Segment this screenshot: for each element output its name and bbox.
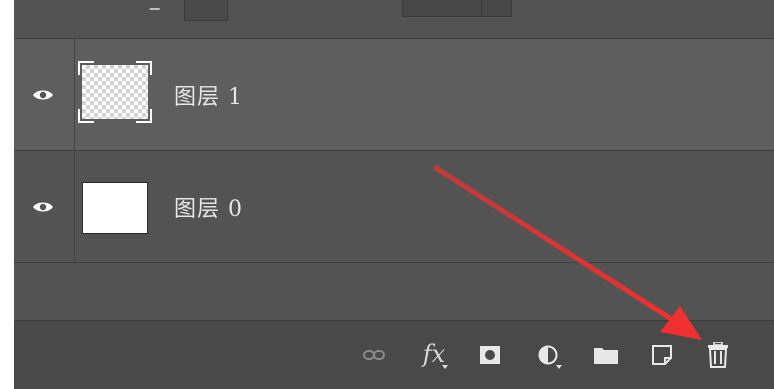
checkmark-fragment: [149, 0, 165, 10]
link-layers-icon[interactable]: [360, 341, 388, 369]
new-layer-icon[interactable]: [648, 341, 676, 369]
layer-name[interactable]: 图层 0: [174, 191, 243, 223]
fx-label: fx: [422, 340, 446, 368]
delete-layer-trash-icon[interactable]: [704, 341, 732, 369]
eye-icon[interactable]: [32, 200, 54, 214]
dropdown-triangle-icon: [556, 365, 562, 369]
new-group-folder-icon[interactable]: [592, 341, 620, 369]
layer-row-1[interactable]: 图层 1: [14, 38, 774, 150]
layers-empty-area: [14, 262, 774, 321]
visibility-column: [14, 39, 75, 150]
layer-row-0[interactable]: 图层 0: [14, 150, 774, 262]
layer-thumbnail-white[interactable]: [82, 182, 148, 234]
visibility-column: [14, 151, 75, 262]
layers-panel: 图层 1 图层 0 fx: [14, 0, 774, 389]
fx-icon[interactable]: fx: [420, 341, 448, 369]
panel-top-controls: [14, 0, 774, 37]
layer-name[interactable]: 图层 1: [174, 79, 243, 111]
layer-thumbnail-transparent[interactable]: [78, 61, 152, 123]
lock-control-fragment[interactable]: [184, 0, 228, 21]
eye-icon[interactable]: [32, 88, 54, 102]
adjustment-layer-icon[interactable]: [534, 341, 562, 369]
fill-dropdown-fragment[interactable]: [402, 0, 512, 17]
dropdown-triangle-icon: [442, 365, 448, 369]
layers-toolbar: fx: [14, 320, 774, 389]
add-mask-icon[interactable]: [476, 341, 504, 369]
